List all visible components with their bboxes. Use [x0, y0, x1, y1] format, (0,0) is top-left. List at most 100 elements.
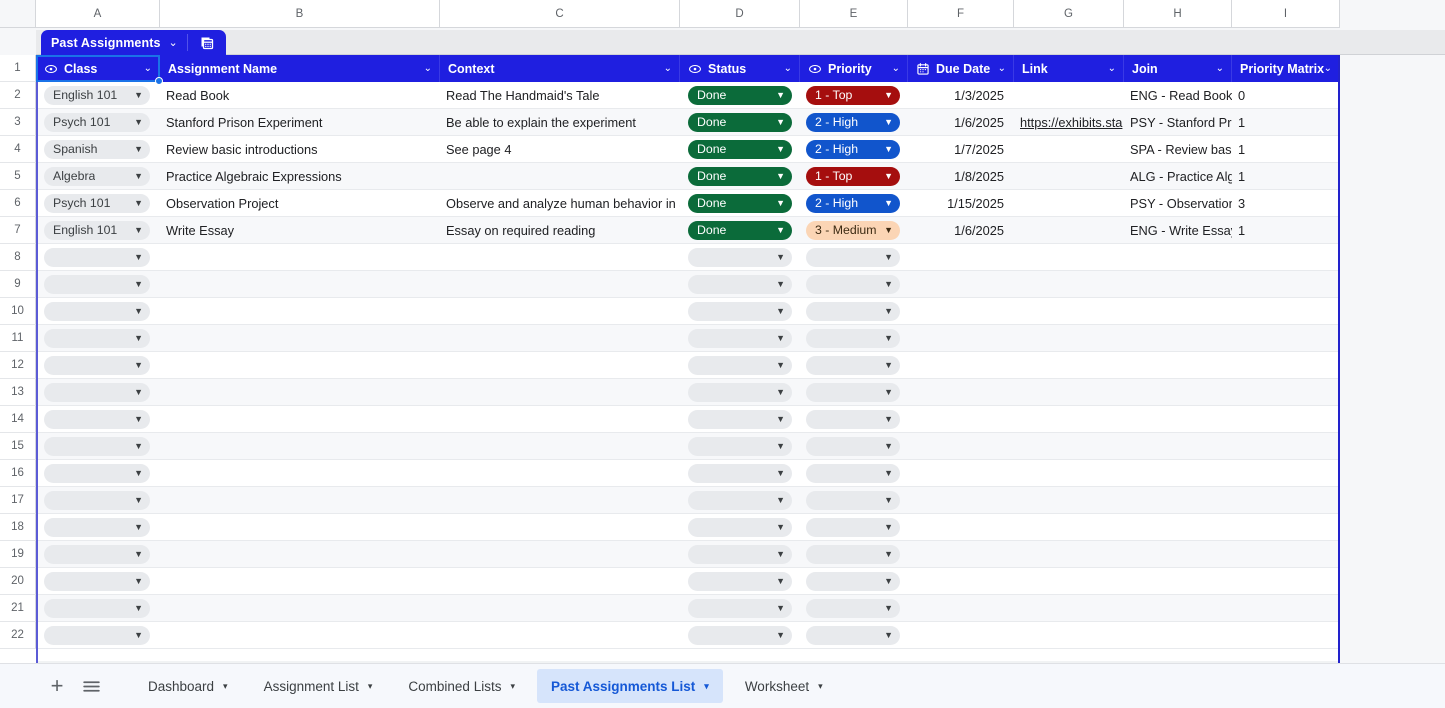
row-number-17[interactable]: 17 — [0, 487, 36, 514]
priority-select-chip-empty[interactable]: ▼ — [806, 383, 900, 402]
status-select-chip-empty[interactable]: ▼ — [688, 518, 792, 537]
status-select-chip-empty[interactable]: ▼ — [688, 302, 792, 321]
chevron-down-icon[interactable]: ⌄ — [169, 36, 178, 49]
chevron-down-icon[interactable]: ▼ — [776, 518, 785, 537]
chevron-down-icon[interactable]: ▼ — [134, 248, 143, 267]
assignment-name-cell[interactable]: Practice Algebraic Expressions — [160, 163, 440, 190]
join-cell[interactable]: ALG - Practice Alge — [1124, 163, 1232, 190]
table-row[interactable]: Psych 101▼Stanford Prison ExperimentBe a… — [36, 109, 1340, 136]
priority-select-chip[interactable]: 1 - Top▼ — [806, 86, 900, 105]
row-number-21[interactable]: 21 — [0, 595, 36, 622]
row-number-9[interactable]: 9 — [0, 271, 36, 298]
chevron-down-icon[interactable]: ▼ — [134, 194, 143, 213]
chevron-down-icon[interactable]: ▼ — [884, 221, 893, 240]
chevron-down-icon[interactable]: ▼ — [134, 221, 143, 240]
chevron-down-icon[interactable]: ▼ — [884, 140, 893, 159]
table-row[interactable]: ▼▼▼ — [36, 541, 1340, 568]
priority-select-chip-empty[interactable]: ▼ — [806, 464, 900, 483]
priority-select-chip[interactable]: 2 - High▼ — [806, 194, 900, 213]
class-select-chip-empty[interactable]: ▼ — [44, 410, 150, 429]
sheet-tab-dashboard[interactable]: Dashboard▾ — [134, 669, 242, 703]
table-row[interactable]: Spanish▼Review basic introductionsSee pa… — [36, 136, 1340, 163]
link-cell[interactable] — [1014, 217, 1124, 244]
column-letter-b[interactable]: B — [160, 0, 440, 28]
sheet-tab-combined-lists[interactable]: Combined Lists▾ — [394, 669, 529, 703]
chevron-down-icon[interactable]: ▼ — [134, 329, 143, 348]
status-select-chip-empty[interactable]: ▼ — [688, 383, 792, 402]
chevron-down-icon[interactable]: ⌄ — [1324, 63, 1332, 74]
row-number-4[interactable]: 4 — [0, 136, 36, 163]
row-number-14[interactable]: 14 — [0, 406, 36, 433]
due-date-cell[interactable]: 1/15/2025 — [908, 190, 1014, 217]
chevron-down-icon[interactable]: ▼ — [134, 302, 143, 321]
sheet-cells[interactable]: Class⌄Assignment Name⌄Context⌄Status⌄Pri… — [36, 55, 1340, 663]
column-letter-i[interactable]: I — [1232, 0, 1340, 28]
table-row[interactable]: ▼▼▼ — [36, 595, 1340, 622]
all-sheets-hamburger-icon[interactable] — [74, 669, 108, 703]
table-row[interactable]: ▼▼▼ — [36, 298, 1340, 325]
chevron-down-icon[interactable]: ▼ — [884, 572, 893, 591]
chevron-down-icon[interactable]: ▼ — [134, 437, 143, 456]
priority-matrix-cell[interactable]: 1 — [1232, 163, 1340, 190]
join-cell[interactable]: SPA - Review basic — [1124, 136, 1232, 163]
chevron-down-icon[interactable]: ▼ — [776, 113, 785, 132]
chevron-down-icon[interactable]: ▼ — [884, 491, 893, 510]
chevron-down-icon[interactable]: ⌄ — [664, 63, 672, 74]
column-letter-f[interactable]: F — [908, 0, 1014, 28]
status-select-chip[interactable]: Done▼ — [688, 113, 792, 132]
status-select-chip-empty[interactable]: ▼ — [688, 410, 792, 429]
table-row[interactable]: ▼▼▼ — [36, 244, 1340, 271]
link-cell[interactable] — [1014, 163, 1124, 190]
sheet-tab-worksheet[interactable]: Worksheet▾ — [731, 669, 837, 703]
priority-matrix-cell[interactable]: 1 — [1232, 109, 1340, 136]
table-row[interactable]: Algebra▼Practice Algebraic ExpressionsDo… — [36, 163, 1340, 190]
table-row[interactable]: ▼ ▼ ▼ — [36, 514, 1340, 541]
class-select-chip-empty[interactable]: ▼ — [44, 518, 150, 537]
chevron-down-icon[interactable]: ▼ — [884, 86, 893, 105]
row-number-19[interactable]: 19 — [0, 541, 36, 568]
class-select-chip-empty[interactable]: ▼ — [44, 545, 150, 564]
context-cell[interactable]: See page 4 — [440, 136, 680, 163]
chevron-down-icon[interactable]: ⌄ — [424, 63, 432, 74]
chevron-down-icon[interactable]: ▼ — [776, 464, 785, 483]
chevron-down-icon[interactable]: ▼ — [776, 302, 785, 321]
table-row[interactable]: ▼▼▼ — [36, 325, 1340, 352]
chevron-down-icon[interactable]: ⌄ — [1216, 63, 1224, 74]
column-letter-h[interactable]: H — [1124, 0, 1232, 28]
context-cell[interactable] — [440, 163, 680, 190]
table-row[interactable]: ▼▼▼ — [36, 379, 1340, 406]
join-cell[interactable]: ENG - Write Essay - — [1124, 217, 1232, 244]
chevron-down-icon[interactable]: ▼ — [884, 437, 893, 456]
priority-select-chip-empty[interactable]: ▼ — [806, 437, 900, 456]
due-date-cell[interactable]: 1/7/2025 — [908, 136, 1014, 163]
priority-select-chip[interactable]: 1 - Top▼ — [806, 167, 900, 186]
priority-select-chip-empty[interactable]: ▼ — [806, 356, 900, 375]
class-select-chip-empty[interactable]: ▼ — [44, 356, 150, 375]
row-number-16[interactable]: 16 — [0, 460, 36, 487]
row-number-18[interactable]: 18 — [0, 514, 36, 541]
priority-select-chip-empty[interactable]: ▼ — [806, 599, 900, 618]
assignment-name-cell[interactable]: Write Essay — [160, 217, 440, 244]
chevron-down-icon[interactable]: ▼ — [884, 167, 893, 186]
chevron-down-icon[interactable]: ▼ — [776, 248, 785, 267]
class-select-chip-empty[interactable]: ▼ — [44, 572, 150, 591]
chevron-down-icon[interactable]: ▼ — [884, 518, 893, 537]
table-row[interactable]: ▼ ▼ ▼ — [36, 433, 1340, 460]
due-date-cell[interactable]: 1/3/2025 — [908, 82, 1014, 109]
status-select-chip-empty[interactable]: ▼ — [688, 572, 792, 591]
context-cell[interactable]: Essay on required reading — [440, 217, 680, 244]
status-select-chip-empty[interactable]: ▼ — [688, 275, 792, 294]
field-header-context[interactable]: Context⌄ — [440, 55, 680, 82]
chevron-down-icon[interactable]: ▼ — [776, 437, 785, 456]
class-select-chip[interactable]: English 101▼ — [44, 221, 150, 240]
chevron-down-icon[interactable]: ▼ — [776, 410, 785, 429]
chevron-down-icon[interactable]: ▼ — [776, 572, 785, 591]
class-select-chip-empty[interactable]: ▼ — [44, 329, 150, 348]
row-number-1[interactable]: 1 — [0, 55, 36, 82]
chevron-down-icon[interactable]: ▼ — [134, 140, 143, 159]
row-number-5[interactable]: 5 — [0, 163, 36, 190]
chevron-down-icon[interactable]: ▾ — [223, 681, 228, 692]
field-header-status[interactable]: Status⌄ — [680, 55, 800, 82]
chevron-down-icon[interactable]: ▼ — [134, 464, 143, 483]
table-row[interactable]: ▼▼▼ — [36, 622, 1340, 649]
